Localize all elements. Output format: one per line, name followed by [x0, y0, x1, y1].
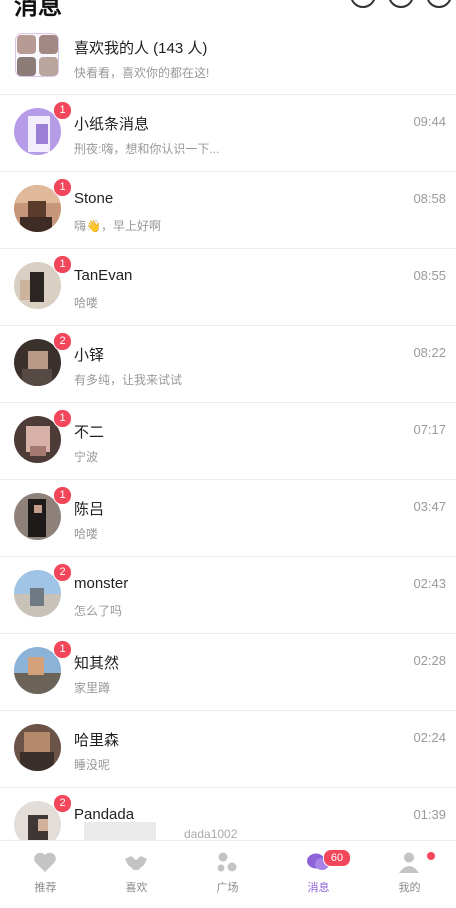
- unread-badge: 1: [53, 486, 72, 505]
- tab-likes[interactable]: 喜欢: [91, 841, 182, 908]
- message-preview: 宁波: [74, 450, 99, 464]
- conversation-list: 1 小纸条消息 刑夜:嗨，想和你认识一下... 09:44 1 Stone 嗨👋…: [0, 95, 456, 864]
- heart-icon: [34, 852, 56, 872]
- contact-name: 陈吕: [74, 501, 105, 518]
- tab-label: 推荐: [34, 882, 57, 894]
- conversation-item[interactable]: 2 monster 怎么了吗 02:43: [0, 557, 456, 634]
- message-preview: 家里蹲: [74, 681, 111, 695]
- unread-badge: 2: [53, 563, 72, 582]
- unread-badge: 1: [53, 255, 72, 274]
- person-icon: [399, 852, 419, 873]
- contact-name: Pandada: [74, 806, 135, 823]
- tab-recommend[interactable]: 推荐: [0, 841, 91, 908]
- likes-title: 喜欢我的人 (143 人): [74, 40, 208, 57]
- search-icon[interactable]: [350, 0, 376, 8]
- message-time: 08:58: [413, 191, 446, 206]
- message-time: 03:47: [413, 499, 446, 514]
- tab-square[interactable]: 广场: [182, 841, 273, 908]
- message-time: 02:28: [413, 653, 446, 668]
- tab-me[interactable]: 我的: [364, 841, 455, 908]
- tab-label: 消息: [307, 882, 330, 894]
- contact-name: 知其然: [74, 655, 120, 672]
- conversation-item[interactable]: 1 不二 宁波 07:17: [0, 403, 456, 480]
- partial-text: dada1002: [184, 827, 238, 841]
- conversation-item[interactable]: 2 小铎 有多纯，让我来试试 08:22: [0, 326, 456, 403]
- conversation-item[interactable]: 1 陈吕 哈喽 03:47: [0, 480, 456, 557]
- message-time: 07:17: [413, 422, 446, 437]
- contact-name: TanEvan: [74, 267, 133, 284]
- message-time: 08:22: [413, 345, 446, 360]
- contact-name: 哈里森: [74, 732, 120, 749]
- message-preview: 怎么了吗: [74, 604, 123, 618]
- tab-label: 我的: [398, 882, 421, 894]
- message-time: 09:44: [413, 114, 446, 129]
- tab-bar: 推荐 喜欢 广场 60 消息 我的: [0, 840, 456, 908]
- likes-avatar-grid: [15, 33, 59, 77]
- message-time: 02:43: [413, 576, 446, 591]
- conversation-item[interactable]: 1 知其然 家里蹲 02:28: [0, 634, 456, 711]
- contact-name: 小纸条消息: [74, 116, 150, 133]
- avatar: [14, 724, 61, 771]
- unread-badge: 2: [53, 794, 72, 813]
- conversation-item[interactable]: 1 TanEvan 哈喽 08:55: [0, 249, 456, 326]
- unread-badge: 1: [53, 101, 72, 120]
- avatar-thumb: [16, 56, 36, 76]
- avatar-thumb: [16, 34, 36, 54]
- conversation-item[interactable]: 哈里森 睡没呢 02:24: [0, 711, 456, 788]
- page-title: 消息: [14, 0, 62, 20]
- unread-badge: 1: [53, 178, 72, 197]
- square-dots-icon: [217, 852, 237, 872]
- unread-count-badge: 60: [323, 849, 351, 867]
- unread-badge: 2: [53, 332, 72, 351]
- contacts-icon[interactable]: [388, 0, 414, 8]
- more-icon[interactable]: [426, 0, 452, 8]
- message-time: 08:55: [413, 268, 446, 283]
- tab-messages[interactable]: 60 消息: [273, 841, 364, 908]
- likes-row[interactable]: 喜欢我的人 (143 人) 快看看，喜欢你的都在这!: [0, 28, 456, 95]
- avatar-thumb: [38, 56, 58, 76]
- unread-badge: 1: [53, 640, 72, 659]
- message-preview: 睡没呢: [74, 758, 111, 772]
- notification-dot: [427, 852, 435, 860]
- message-preview: 有多纯，让我来试试: [74, 373, 183, 387]
- message-preview: 刑夜:嗨，想和你认识一下...: [74, 142, 220, 156]
- handshake-icon: [125, 856, 147, 870]
- message-preview: 嗨👋，早上好啊: [74, 219, 161, 233]
- avatar-thumb: [38, 34, 58, 54]
- contact-name: Stone: [74, 190, 114, 207]
- tab-label: 喜欢: [125, 882, 148, 894]
- header: 消息: [0, 0, 456, 20]
- message-time: 01:39: [413, 807, 446, 822]
- message-time: 02:24: [413, 730, 446, 745]
- message-preview: 哈喽: [74, 296, 99, 310]
- tab-label: 广场: [216, 882, 239, 894]
- contact-name: 小铎: [74, 347, 105, 364]
- contact-name: 不二: [74, 424, 105, 441]
- conversation-item[interactable]: 1 小纸条消息 刑夜:嗨，想和你认识一下... 09:44: [0, 95, 456, 172]
- message-preview: 哈喽: [74, 527, 99, 541]
- conversation-item[interactable]: 1 Stone 嗨👋，早上好啊 08:58: [0, 172, 456, 249]
- unread-badge: 1: [53, 409, 72, 428]
- contact-name: monster: [74, 575, 129, 592]
- likes-subtitle: 快看看，喜欢你的都在这!: [74, 66, 210, 80]
